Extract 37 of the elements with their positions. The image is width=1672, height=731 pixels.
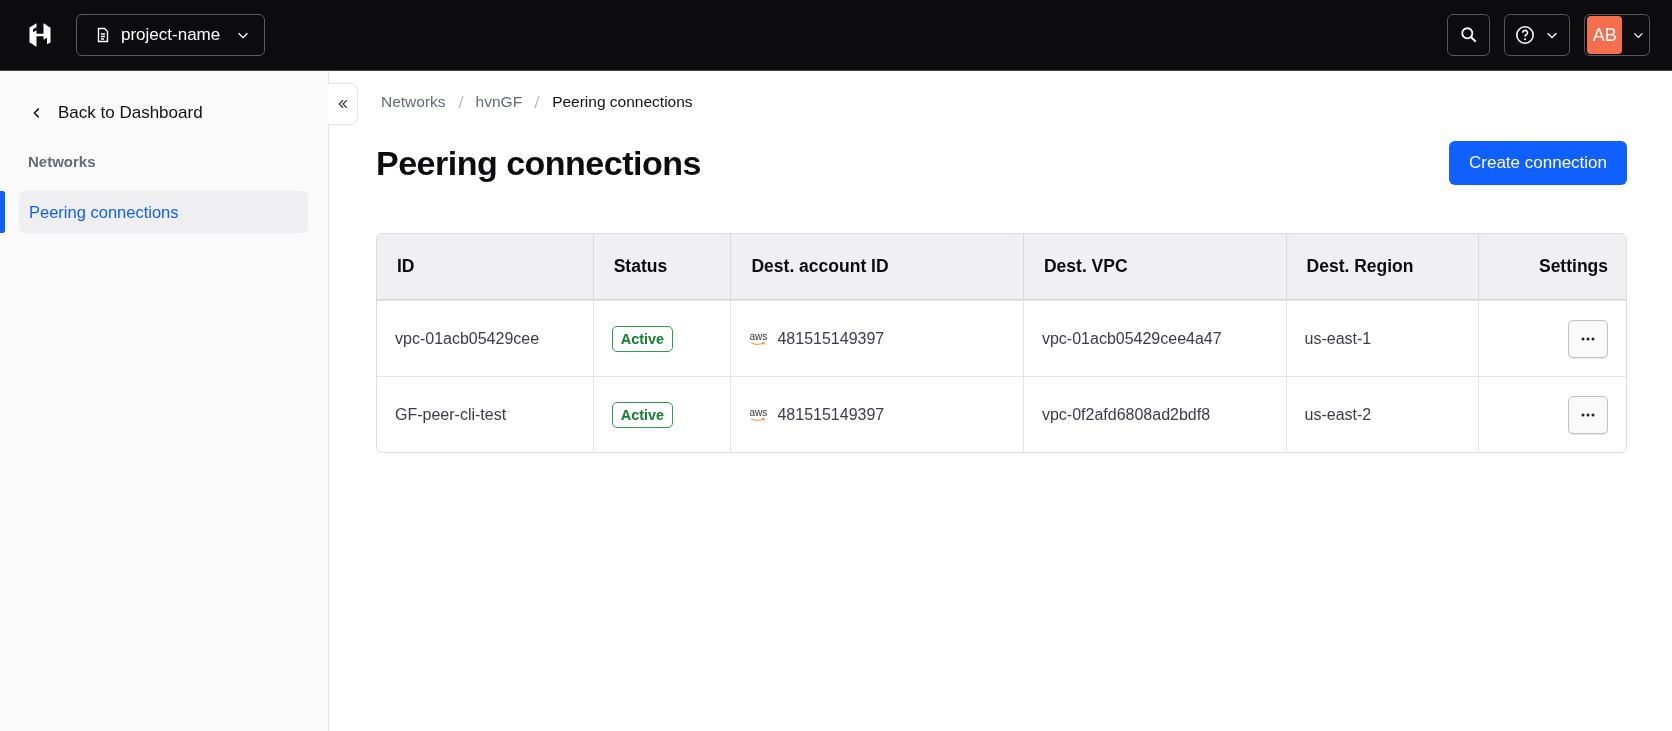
help-icon <box>1515 25 1535 45</box>
status-badge: Active <box>611 325 674 352</box>
table-cell: us-east-2 <box>1285 377 1479 452</box>
table-cell-text: GF-peer-cli-test <box>394 404 508 425</box>
back-link[interactable]: Back to Dashboard <box>0 97 203 129</box>
breadcrumb-separator-icon <box>534 95 541 109</box>
breadcrumb-separator-icon <box>457 95 464 109</box>
ellipsis-icon <box>1581 412 1595 417</box>
ellipsis-icon <box>1581 336 1595 341</box>
document-icon <box>95 27 111 43</box>
create-connection-button[interactable]: Create connection <box>1449 141 1627 185</box>
section-heading: Networks <box>27 153 96 172</box>
breadcrumb-link[interactable]: hvnGF <box>475 93 523 111</box>
breadcrumb-current: Peering connections <box>552 93 693 111</box>
status-badge: Active <box>611 401 674 428</box>
column-header: Status <box>592 234 731 299</box>
double-chevron-left-icon <box>336 98 349 110</box>
column-header: Dest. Region <box>1285 234 1479 299</box>
account-id: 481515149397 <box>777 329 885 348</box>
breadcrumb-link[interactable]: Networks <box>381 93 446 111</box>
table-cell-text: vpc-01acb05429cee <box>394 328 541 349</box>
avatar: AB <box>1587 16 1623 54</box>
table-cell: vpc-01acb05429cee4a47 <box>1022 301 1286 376</box>
project-selector[interactable]: project-name <box>76 14 266 56</box>
search-icon <box>1459 26 1478 44</box>
table-cell: us-east-1 <box>1285 301 1479 376</box>
column-header: Settings <box>1478 234 1626 299</box>
sidebar-item[interactable]: Peering connections <box>19 191 308 233</box>
column-header: Dest. VPC <box>1022 234 1286 299</box>
column-header: Dest. account ID <box>730 234 1023 299</box>
search-button[interactable] <box>1447 14 1490 56</box>
table-cell: vpc-0f2afd6808ad2bdf8 <box>1022 377 1286 452</box>
page-title: Peering connections <box>376 143 701 183</box>
account-id: 481515149397 <box>777 405 885 424</box>
column-header: ID <box>396 255 416 278</box>
user-menu-button[interactable]: AB <box>1584 14 1650 56</box>
help-menu-button[interactable] <box>1504 14 1570 56</box>
